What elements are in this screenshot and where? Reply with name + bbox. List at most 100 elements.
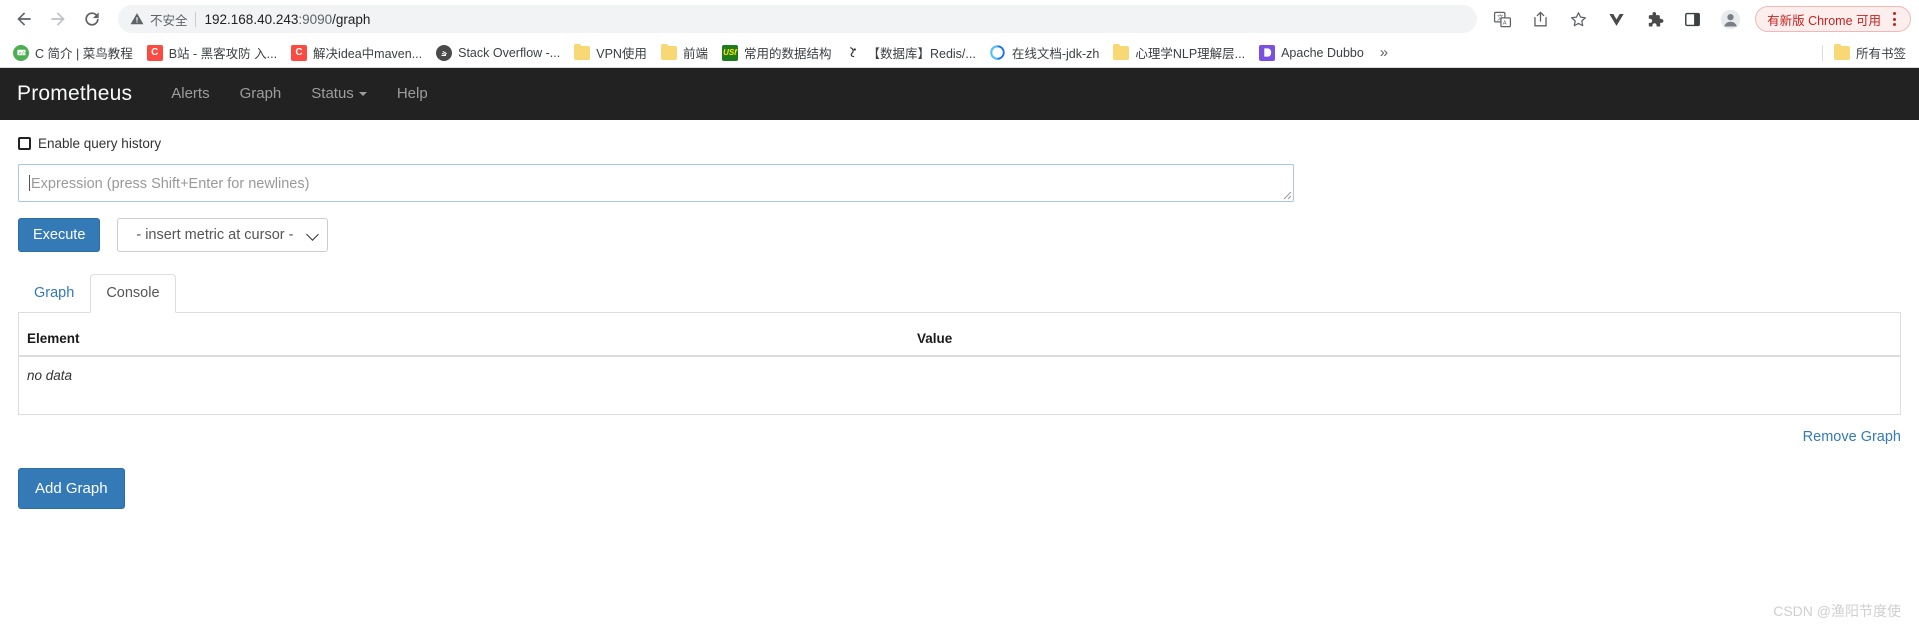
svg-text:</>: </> bbox=[18, 50, 26, 56]
folder-icon bbox=[660, 43, 677, 60]
result-tabs-wrapper: Graph Console Element Value no data Remo… bbox=[18, 252, 1901, 446]
bookmark-item[interactable]: 在线文档-jdk-zh bbox=[983, 41, 1107, 65]
bookmark-star-icon[interactable] bbox=[1564, 5, 1592, 33]
enable-query-history-row[interactable]: Enable query history bbox=[18, 120, 1901, 159]
table-row: no data bbox=[19, 356, 1900, 392]
bookmark-label: 在线文档-jdk-zh bbox=[1011, 47, 1100, 61]
no-data-text: no data bbox=[27, 368, 73, 383]
no-data-cell: no data bbox=[19, 356, 1900, 392]
table-header-row: Element Value bbox=[19, 325, 1900, 357]
prometheus-navbar: Prometheus Alerts Graph Status Help bbox=[0, 68, 1919, 120]
result-table: Element Value no data bbox=[19, 325, 1900, 392]
text-cursor bbox=[29, 175, 30, 191]
url-path: /graph bbox=[332, 11, 371, 27]
bookmark-label: 解决idea中maven... bbox=[313, 47, 423, 61]
bookmark-label: B站 - 黑客攻防 入... bbox=[168, 47, 278, 61]
main-content: Enable query history Expression (press S… bbox=[0, 120, 1919, 509]
add-graph-row: Add Graph bbox=[18, 446, 1901, 509]
bookmark-item[interactable]: </> C 简介 | 菜鸟教程 bbox=[6, 41, 140, 65]
site-favicon: C bbox=[291, 44, 308, 61]
nav-item-status-label: Status bbox=[311, 85, 354, 102]
chrome-update-label: 有新版 Chrome 可用 bbox=[1767, 13, 1881, 28]
bookmarks-separator bbox=[1821, 44, 1823, 61]
bookmark-item[interactable]: Apache Dubbo bbox=[1252, 41, 1371, 65]
site-favicon bbox=[1259, 44, 1276, 61]
console-tab-panel: Element Value no data bbox=[18, 312, 1901, 415]
result-table-head: Element Value bbox=[19, 325, 1900, 357]
forward-icon[interactable] bbox=[42, 3, 74, 35]
site-favicon: </> bbox=[13, 44, 29, 61]
metric-select-value: - insert metric at cursor - bbox=[136, 227, 294, 243]
side-panel-icon[interactable] bbox=[1678, 5, 1706, 33]
expression-wrapper: Expression (press Shift+Enter for newlin… bbox=[18, 159, 1901, 202]
textarea-resize-handle[interactable] bbox=[1280, 188, 1292, 200]
bookmark-item[interactable]: C B站 - 黑客攻防 入... bbox=[140, 41, 284, 65]
bookmark-item[interactable]: 心理学NLP理解层... bbox=[1106, 41, 1252, 65]
bookmark-label: 心理学NLP理解层... bbox=[1135, 47, 1246, 61]
browser-chrome: 不安全 192.168.40.243:9090/graph 文A 有新版 Chr… bbox=[0, 0, 1919, 68]
all-bookmarks-label: 所有书签 bbox=[1855, 47, 1906, 61]
site-favicon: USf bbox=[721, 44, 738, 61]
bookmark-label: 【数据库】Redis/... bbox=[867, 47, 976, 61]
execute-button[interactable]: Execute bbox=[18, 218, 101, 252]
query-controls-row: Execute - insert metric at cursor - bbox=[18, 202, 1901, 252]
bookmarks-overflow-icon[interactable]: » bbox=[1371, 44, 1397, 61]
bookmark-item[interactable]: 【数据库】Redis/... bbox=[838, 41, 982, 65]
csdn-watermark: CSDN @渔阳节度使 bbox=[1773, 603, 1901, 619]
bookmark-item[interactable]: Stack Overflow -... bbox=[429, 41, 567, 65]
bookmark-item[interactable]: 前端 bbox=[654, 41, 715, 65]
svg-text:A: A bbox=[1502, 20, 1506, 26]
bookmark-label: Stack Overflow -... bbox=[458, 45, 561, 60]
vue-devtools-icon[interactable] bbox=[1602, 5, 1630, 33]
url-port: :9090 bbox=[298, 11, 333, 27]
share-icon[interactable] bbox=[1526, 5, 1554, 33]
metric-select[interactable]: - insert metric at cursor - bbox=[117, 218, 329, 252]
nav-item-help[interactable]: Help bbox=[382, 68, 443, 120]
back-icon[interactable] bbox=[8, 3, 40, 35]
browser-toolbar: 不安全 192.168.40.243:9090/graph 文A 有新版 Chr… bbox=[0, 0, 1919, 38]
prometheus-brand[interactable]: Prometheus bbox=[17, 82, 132, 106]
site-favicon bbox=[436, 44, 453, 61]
toolbar-icons: 文A 有新版 Chrome 可用 bbox=[1483, 5, 1911, 33]
nav-item-alerts[interactable]: Alerts bbox=[156, 68, 224, 120]
tab-graph[interactable]: Graph bbox=[18, 274, 90, 313]
chrome-update-pill[interactable]: 有新版 Chrome 可用 bbox=[1755, 6, 1911, 32]
folder-icon bbox=[574, 43, 591, 60]
bookmark-item[interactable]: VPN使用 bbox=[567, 41, 654, 65]
nav-item-status[interactable]: Status bbox=[296, 68, 382, 120]
column-header-value: Value bbox=[909, 325, 1900, 357]
tab-console[interactable]: Console bbox=[90, 274, 176, 313]
reload-icon[interactable] bbox=[76, 3, 108, 35]
chrome-menu-icon[interactable] bbox=[1884, 8, 1904, 30]
bookmark-label: Apache Dubbo bbox=[1281, 45, 1364, 60]
enable-query-history-checkbox[interactable] bbox=[18, 137, 31, 150]
remove-graph-link[interactable]: Remove Graph bbox=[1803, 429, 1901, 445]
extensions-puzzle-icon[interactable] bbox=[1640, 5, 1668, 33]
enable-query-history-label: Enable query history bbox=[38, 136, 162, 151]
nav-item-graph[interactable]: Graph bbox=[225, 68, 297, 120]
bookmark-label: 常用的数据结构 bbox=[743, 47, 832, 61]
column-header-element: Element bbox=[19, 325, 909, 357]
site-favicon bbox=[989, 44, 1006, 61]
url-host: 192.168.40.243 bbox=[204, 11, 299, 27]
profile-avatar-icon[interactable] bbox=[1716, 5, 1744, 33]
translate-icon[interactable]: 文A bbox=[1488, 5, 1516, 33]
not-secure-label: 不安全 bbox=[150, 13, 188, 28]
result-tabs: Graph Console bbox=[18, 274, 1901, 313]
result-table-body: no data bbox=[19, 356, 1900, 392]
page-root: 不安全 192.168.40.243:9090/graph 文A 有新版 Chr… bbox=[0, 0, 1919, 635]
omnibox-divider bbox=[194, 11, 196, 27]
folder-icon bbox=[1113, 43, 1130, 60]
bookmark-item[interactable]: C 解决idea中maven... bbox=[284, 41, 429, 65]
expression-input[interactable]: Expression (press Shift+Enter for newlin… bbox=[18, 164, 1294, 202]
bookmarks-bar: </> C 简介 | 菜鸟教程 C B站 - 黑客攻防 入... C 解决ide… bbox=[0, 38, 1919, 68]
address-bar-url: 192.168.40.243:9090/graph bbox=[205, 12, 371, 27]
all-bookmarks-button[interactable]: 所有书签 bbox=[1827, 41, 1913, 65]
bookmark-item[interactable]: USf 常用的数据结构 bbox=[715, 41, 839, 65]
add-graph-button[interactable]: Add Graph bbox=[18, 468, 125, 509]
expression-placeholder: Expression (press Shift+Enter for newlin… bbox=[31, 176, 310, 192]
remove-graph-row: Remove Graph bbox=[18, 415, 1901, 446]
site-favicon: C bbox=[146, 44, 163, 61]
address-bar[interactable]: 不安全 192.168.40.243:9090/graph bbox=[118, 5, 1478, 33]
not-secure-warning-icon bbox=[130, 12, 144, 26]
